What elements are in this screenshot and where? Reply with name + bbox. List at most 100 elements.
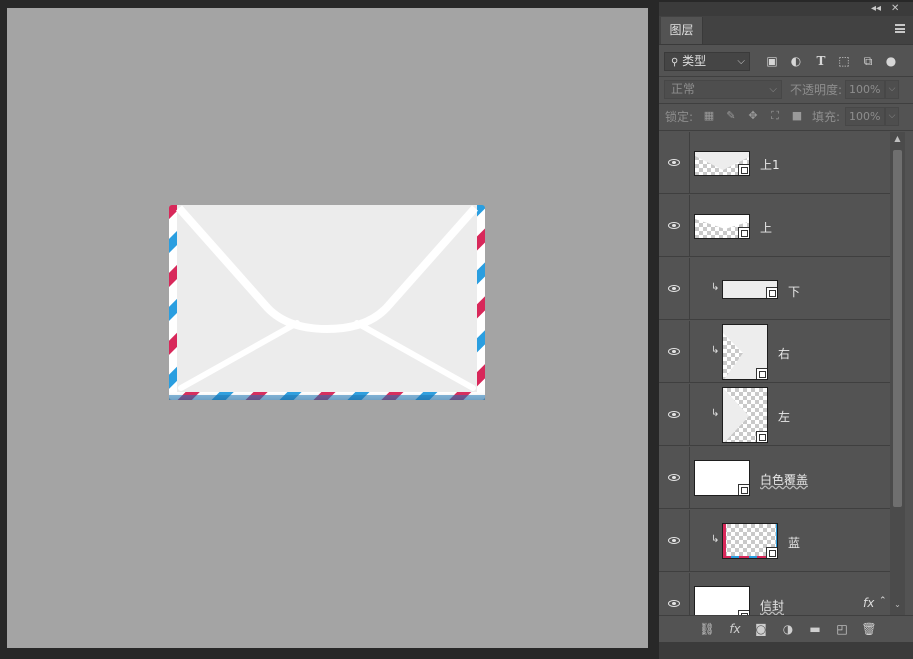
clipping-mask-icon: ↳ <box>711 534 720 545</box>
layer-name[interactable]: 信封 <box>760 597 784 614</box>
panel-title-bar: ◂◂ ✕ <box>659 2 913 16</box>
adjustment-filter-icon[interactable]: ◐ <box>788 53 804 69</box>
lock-transparent-icon[interactable]: ▦ <box>702 109 716 123</box>
layer-thumbnail <box>694 460 750 496</box>
blend-mode-select[interactable]: 正常 ⌵ <box>664 80 782 99</box>
scroll-up-icon[interactable]: ▲ <box>893 134 902 143</box>
visibility-toggle[interactable] <box>659 384 690 446</box>
lock-image-icon[interactable]: ✎ <box>724 109 738 123</box>
chevron-down-icon: ⌵ <box>769 84 777 95</box>
folder-icon[interactable]: ▬ <box>807 621 823 637</box>
filter-type-select[interactable]: ⚲ 类型 ⌵ <box>664 52 750 71</box>
lock-position-icon[interactable]: ✥ <box>746 109 760 123</box>
eye-icon <box>668 348 680 355</box>
layer-name[interactable]: 右 <box>778 345 790 362</box>
new-layer-icon[interactable]: ◰ <box>834 621 850 637</box>
layer-thumbnail <box>722 523 778 559</box>
lock-artboard-icon[interactable]: ⛶ <box>768 109 782 123</box>
smart-object-badge-icon <box>738 164 749 175</box>
clipping-mask-icon: ↳ <box>711 282 720 293</box>
visibility-toggle[interactable] <box>659 321 690 383</box>
eye-icon <box>668 474 680 481</box>
layer-thumbnail <box>694 214 750 239</box>
tab-layers[interactable]: 图层 <box>661 17 703 44</box>
collapse-panel-button[interactable]: ◂◂ <box>871 2 881 16</box>
opacity-dropdown-icon[interactable]: ⌵ <box>885 80 899 99</box>
smart-object-badge-icon <box>766 547 777 558</box>
envelope-artwork <box>169 205 485 400</box>
clipping-mask-icon: ↳ <box>711 345 720 356</box>
fx-icon[interactable]: fx <box>727 621 743 637</box>
layer-thumbnail <box>722 387 768 443</box>
visibility-toggle[interactable] <box>659 447 690 509</box>
trash-icon[interactable]: 🗑 <box>861 621 877 637</box>
layers-bottom-toolbar: ⛓ fx ◙ ◑ ▬ ◰ 🗑 <box>659 615 913 642</box>
layer-row[interactable]: 上 <box>659 195 890 257</box>
eye-icon <box>668 537 680 544</box>
close-panel-button[interactable]: ✕ <box>891 2 899 16</box>
smart-object-badge-icon <box>756 368 767 379</box>
visibility-toggle[interactable] <box>659 132 690 194</box>
opacity-input[interactable]: 100% <box>845 80 885 99</box>
blend-row: 正常 ⌵ 不透明度: 100% ⌵ <box>659 77 913 103</box>
scrollbar-thumb[interactable] <box>893 150 902 507</box>
filter-type-value: 类型 <box>682 54 707 68</box>
layer-name[interactable]: 白色覆盖 <box>760 471 808 488</box>
layer-row[interactable]: ↳ 蓝 <box>659 510 890 572</box>
layer-name[interactable]: 下 <box>788 283 800 300</box>
layer-thumbnail <box>722 280 778 299</box>
eye-icon <box>668 600 680 607</box>
blend-mode-value: 正常 <box>671 82 696 96</box>
layer-list[interactable]: 上1 上 ↳ 下 ↳ 右 ↳ 左 白色覆盖 ↳ 蓝 信封 fx ⌃ <box>659 132 890 615</box>
visibility-toggle[interactable] <box>659 573 690 615</box>
layer-name[interactable]: 上1 <box>760 156 780 173</box>
layer-row[interactable]: ↳ 右 <box>659 321 890 383</box>
fill-dropdown-icon[interactable]: ⌵ <box>885 107 899 126</box>
fill-label: 填充: <box>812 110 841 124</box>
chevron-down-icon: ⌵ <box>737 56 745 67</box>
layer-row[interactable]: ↳ 左 <box>659 384 890 446</box>
opacity-label: 不透明度: <box>790 83 843 97</box>
smart-object-badge-icon <box>738 484 749 495</box>
shape-filter-icon[interactable]: ⬚ <box>836 53 852 69</box>
link-icon[interactable]: ⛓ <box>699 621 715 637</box>
visibility-toggle[interactable] <box>659 195 690 257</box>
panel-menu-icon[interactable] <box>895 24 905 33</box>
filter-row: ⚲ 类型 ⌵ ▣ ◐ T ⬚ ⧉ ● <box>659 49 913 75</box>
lock-label: 锁定: <box>665 110 694 124</box>
smart-object-filter-icon[interactable]: ⧉ <box>860 53 876 69</box>
visibility-toggle[interactable] <box>659 258 690 320</box>
adjustment-icon[interactable]: ◑ <box>780 621 796 637</box>
layer-list-scrollbar[interactable]: ▲ ⌄ <box>890 132 905 615</box>
image-filter-icon[interactable]: ▣ <box>764 53 780 69</box>
layer-row[interactable]: ↳ 下 <box>659 258 890 320</box>
layer-row[interactable]: 上1 <box>659 132 890 194</box>
layer-name[interactable]: 蓝 <box>788 534 800 551</box>
scroll-down-icon[interactable]: ⌄ <box>893 600 902 609</box>
chevron-up-icon[interactable]: ⌃ <box>879 596 887 606</box>
lock-all-icon[interactable]: ■ <box>790 109 804 123</box>
document-canvas[interactable] <box>7 8 648 648</box>
layers-panel: ◂◂ ✕ 图层 ⚲ 类型 ⌵ ▣ ◐ T ⬚ ⧉ ● 正常 ⌵ 不透明度: 10… <box>659 2 913 659</box>
smart-object-badge-icon <box>738 227 749 238</box>
layer-thumbnail <box>694 151 750 176</box>
mask-icon[interactable]: ◙ <box>753 621 769 637</box>
panel-tabbar: 图层 <box>659 16 913 45</box>
eye-icon <box>668 285 680 292</box>
lock-row: 锁定: ▦ ✎ ✥ ⛶ ■ 填充: 100% ⌵ <box>659 104 913 130</box>
eye-icon <box>668 159 680 166</box>
type-filter-icon[interactable]: T <box>813 53 829 69</box>
layer-thumbnail <box>722 324 768 380</box>
filter-toggle-icon[interactable]: ● <box>885 53 897 69</box>
layer-effects-fx-icon[interactable]: fx <box>863 596 874 610</box>
layer-name[interactable]: 上 <box>760 219 772 236</box>
layer-thumbnail <box>694 586 750 615</box>
layer-row[interactable]: 白色覆盖 <box>659 447 890 509</box>
layer-row[interactable]: 信封 fx ⌃ <box>659 573 890 615</box>
smart-object-badge-icon <box>766 287 777 298</box>
search-icon: ⚲ <box>671 57 679 68</box>
divider <box>659 130 913 131</box>
fill-input[interactable]: 100% <box>845 107 885 126</box>
visibility-toggle[interactable] <box>659 510 690 572</box>
layer-name[interactable]: 左 <box>778 408 790 425</box>
